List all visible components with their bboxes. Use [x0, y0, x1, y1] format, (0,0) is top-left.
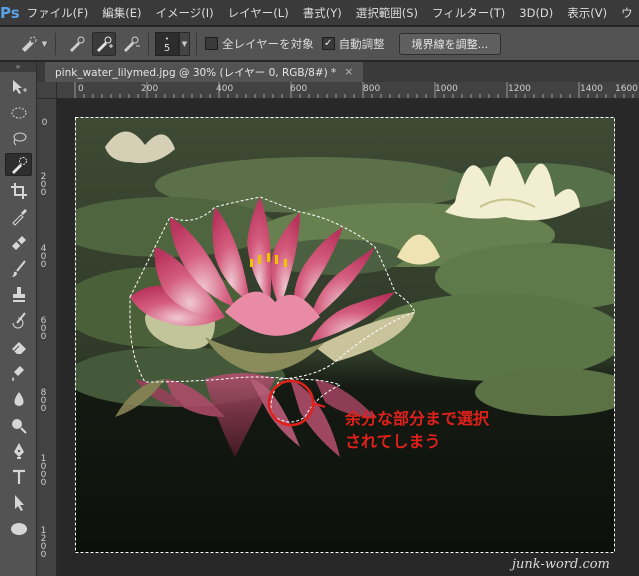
ruler-label: 400 [216, 84, 234, 94]
ruler-label: 1200 [40, 526, 47, 560]
divider [196, 32, 197, 55]
pen-tool-icon[interactable] [5, 439, 32, 462]
brush-add-icon [97, 36, 113, 52]
ruler-label: 800 [40, 388, 47, 414]
ruler-label: 1000 [40, 454, 47, 488]
refine-edge-button[interactable]: 境界線を調整... [398, 32, 502, 55]
quick-selection-tool-icon[interactable] [5, 153, 32, 176]
dodge-tool-icon[interactable] [5, 413, 32, 436]
divider [148, 32, 149, 55]
tool-preset-picker[interactable] [18, 33, 40, 55]
menu-select[interactable]: 選択範囲(S) [349, 5, 425, 21]
close-tab-icon[interactable]: × [344, 66, 353, 78]
ruler-label: 1000 [435, 84, 458, 94]
ruler-label: 200 [141, 84, 159, 94]
quick-selection-icon [22, 36, 37, 52]
ruler-label: 400 [40, 244, 47, 270]
subtract-from-selection-button[interactable] [120, 33, 142, 55]
auto-enhance-checkbox[interactable]: ✓ [321, 37, 335, 50]
ruler-origin[interactable] [37, 82, 57, 99]
document-tab[interactable]: pink_water_lilymed.jpg @ 30% (レイヤー 0, RG… [45, 62, 364, 82]
ruler-label-vertical: 200 [40, 172, 49, 198]
sample-all-layers-checkbox[interactable] [205, 37, 218, 50]
new-selection-button[interactable] [66, 33, 88, 55]
ruler-label-vertical: 800 [40, 388, 49, 414]
path-selection-tool-icon[interactable] [5, 491, 32, 514]
ruler-label-vertical: 1200 [40, 526, 49, 560]
gradient-tool-icon[interactable] [5, 361, 32, 384]
menu-view[interactable]: 表示(V) [560, 5, 614, 21]
brush-subtract-icon [124, 36, 140, 52]
horizontal-ruler[interactable]: 0 200 400 600 800 1000 1200 1400 1600 [57, 82, 639, 99]
ruler-label: 0 [78, 84, 84, 94]
ruler-label-vertical: 400 [40, 244, 49, 270]
brush-dot-icon: • [164, 34, 170, 43]
clone-stamp-tool-icon[interactable] [5, 283, 32, 306]
annotation-line-2: されてしまう [345, 432, 441, 451]
ruler-label: 0 [41, 118, 48, 128]
brush-new-icon [70, 36, 85, 52]
document-tab-bar: pink_water_lilymed.jpg @ 30% (レイヤー 0, RG… [37, 62, 639, 82]
auto-enhance-label: 自動調整 [338, 36, 385, 51]
healing-brush-tool-icon[interactable] [5, 231, 32, 254]
lasso-tool-icon[interactable] [5, 127, 32, 150]
menu-layer[interactable]: レイヤー(L) [221, 5, 296, 21]
menu-type[interactable]: 書式(Y) [296, 5, 349, 21]
photoshop-logo: Ps [0, 3, 20, 22]
annotation-text: 余分な部分まで選択 されてしまう [345, 407, 489, 453]
ruler-label: 1200 [508, 84, 531, 94]
blur-tool-icon[interactable] [5, 387, 32, 410]
options-bar: ▼ • 5 ▼ 全レイヤーを対象 ✓ 自動調整 境界線を調整... [0, 27, 639, 61]
sample-all-layers-option[interactable]: 全レイヤーを対象 [205, 36, 314, 52]
add-to-selection-button[interactable] [92, 31, 116, 56]
crop-tool-icon[interactable] [5, 179, 32, 202]
ruler-label-vertical: 600 [40, 316, 49, 342]
menu-filter[interactable]: フィルター(T) [425, 5, 512, 21]
divider [55, 32, 56, 55]
marquee-tool-icon[interactable] [5, 101, 32, 124]
brush-size-dropdown[interactable]: ▼ [179, 31, 190, 56]
ruler-label: 600 [290, 84, 308, 94]
document-canvas[interactable] [57, 99, 639, 576]
shape-tool-icon[interactable] [5, 517, 32, 540]
sample-all-layers-label: 全レイヤーを対象 [222, 36, 314, 51]
ruler-label-vertical: 1000 [40, 454, 49, 488]
ruler-label: 200 [40, 172, 47, 198]
preset-dropdown-arrow[interactable]: ▼ [40, 33, 49, 55]
auto-enhance-option[interactable]: ✓ 自動調整 [321, 36, 385, 52]
menu-image[interactable]: イメージ(I) [149, 5, 221, 21]
photo-artwork [75, 117, 615, 553]
menu-file[interactable]: ファイル(F) [20, 5, 96, 21]
tools-panel: » [0, 62, 37, 576]
type-tool-icon[interactable] [5, 465, 32, 488]
brush-tool-icon[interactable] [5, 257, 32, 280]
move-tool-icon[interactable] [5, 75, 32, 98]
history-brush-tool-icon[interactable] [5, 309, 32, 332]
watermark: junk-word.com [512, 557, 610, 572]
vertical-ruler[interactable]: 0 200 400 600 800 1000 1200 [37, 99, 57, 576]
document-tab-title: pink_water_lilymed.jpg @ 30% (レイヤー 0, RG… [55, 66, 337, 79]
ruler-label: 600 [40, 316, 47, 342]
eraser-tool-icon[interactable] [5, 335, 32, 358]
water-lily-photo[interactable] [75, 117, 615, 553]
menu-bar: Ps ファイル(F) 編集(E) イメージ(I) レイヤー(L) 書式(Y) 選… [0, 0, 639, 26]
panel-collapse-icon[interactable]: » [0, 62, 36, 72]
eyedropper-tool-icon[interactable] [5, 205, 32, 228]
brush-size-picker[interactable]: • 5 [155, 31, 179, 56]
ruler-label: 800 [363, 84, 381, 94]
ruler-label: 1600 [615, 84, 638, 94]
ruler-label: 1400 [580, 84, 603, 94]
brush-size-value: 5 [163, 42, 171, 54]
menu-window[interactable]: ウ [614, 5, 639, 21]
annotation-line-1: 余分な部分まで選択 [345, 409, 490, 428]
menu-3d[interactable]: 3D(D) [512, 6, 560, 20]
menu-edit[interactable]: 編集(E) [95, 5, 148, 21]
